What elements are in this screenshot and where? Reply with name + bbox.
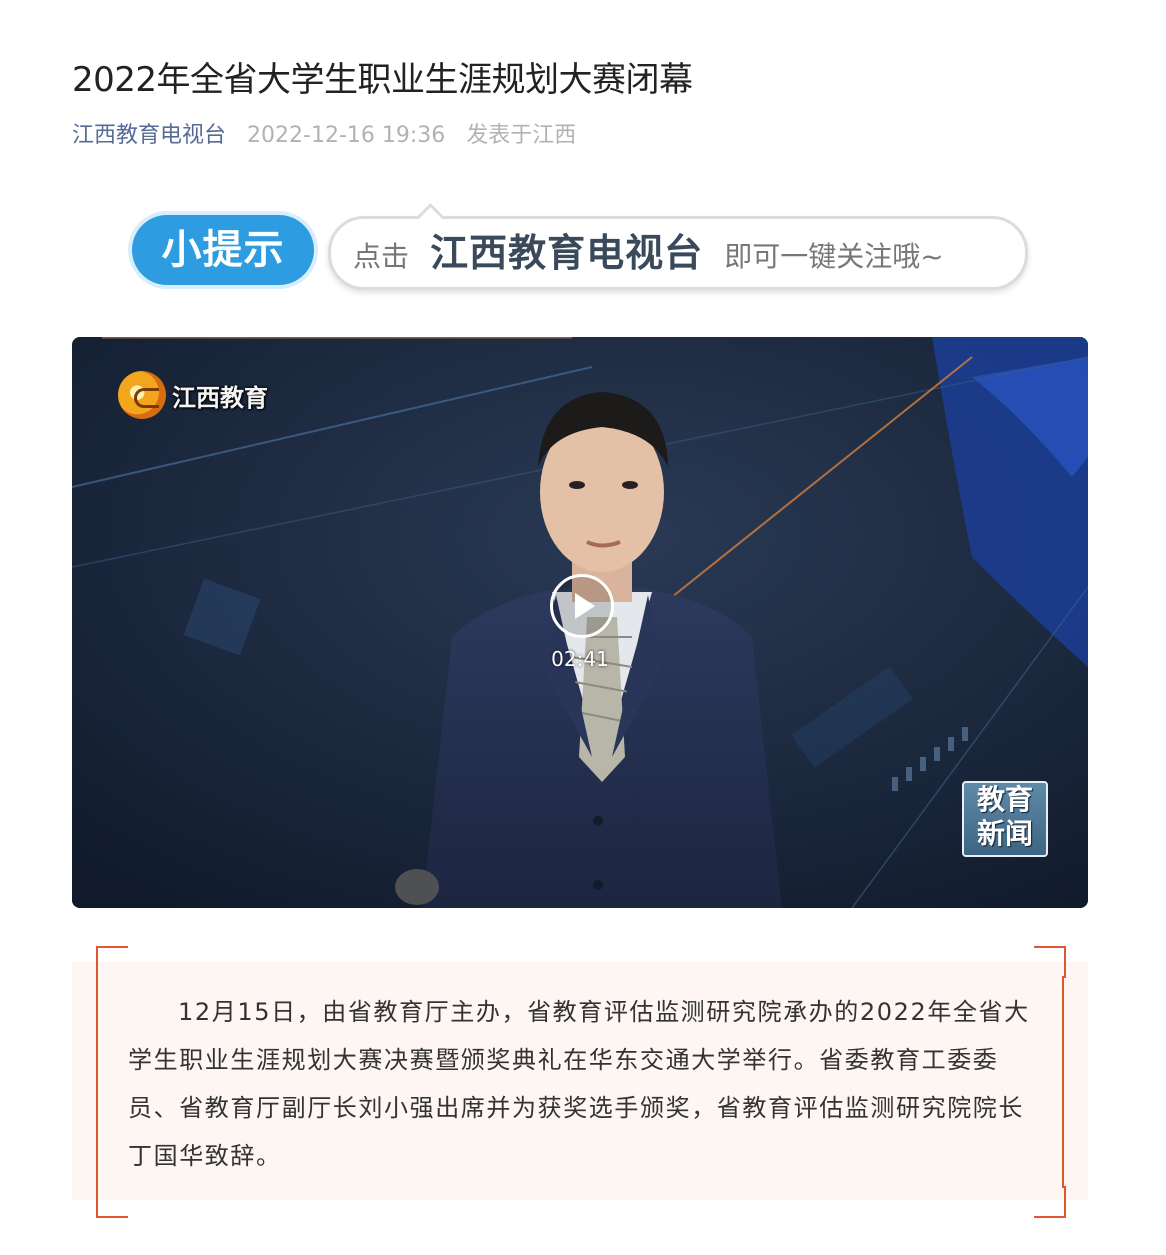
news-badge-line1: 教育	[976, 783, 1033, 816]
publish-location: 发表于江西	[466, 123, 577, 148]
article-meta: 江西教育电视台 2022-12-16 19:36 发表于江西	[72, 120, 576, 152]
channel-logo-icon	[118, 371, 166, 419]
play-icon[interactable]	[550, 574, 614, 638]
channel-logo: 江西教育	[118, 369, 268, 421]
quote-corner-top-left	[96, 946, 128, 978]
video-duration: 02:41	[551, 647, 609, 671]
publish-datetime: 2022-12-16 19:36	[247, 123, 446, 148]
tip-prefix: 点击	[353, 240, 410, 273]
tip-speech-bubble: 点击 江西教育电视台 即可一键关注哦~	[328, 216, 1028, 290]
video-player[interactable]: 江西教育 教育 新闻 02:41	[72, 337, 1088, 908]
news-program-badge: 教育 新闻	[962, 781, 1048, 857]
quote-border-right	[1062, 976, 1064, 1188]
news-badge-line2: 新闻	[976, 817, 1033, 850]
article-title: 2022年全省大学生职业生涯规划大赛闭幕	[72, 60, 693, 100]
tip-suffix: 即可一键关注哦~	[724, 240, 944, 273]
quote-border-left	[96, 976, 98, 1188]
tip-account-name: 江西教育电视台	[430, 231, 704, 275]
follow-tip-banner: 小提示 点击 江西教育电视台 即可一键关注哦~	[128, 198, 1030, 294]
tip-badge: 小提示	[132, 215, 314, 285]
quote-corner-bottom-left	[96, 1186, 128, 1218]
quote-corner-bottom-right	[1034, 1186, 1066, 1218]
intro-paragraph: 12月15日，由省教育厅主办，省教育评估监测研究院承办的2022年全省大学生职业…	[128, 998, 1030, 1170]
channel-logo-text: 江西教育	[172, 382, 268, 412]
quote-corner-top-right	[1034, 946, 1066, 978]
account-name-link[interactable]: 江西教育电视台	[72, 123, 226, 148]
